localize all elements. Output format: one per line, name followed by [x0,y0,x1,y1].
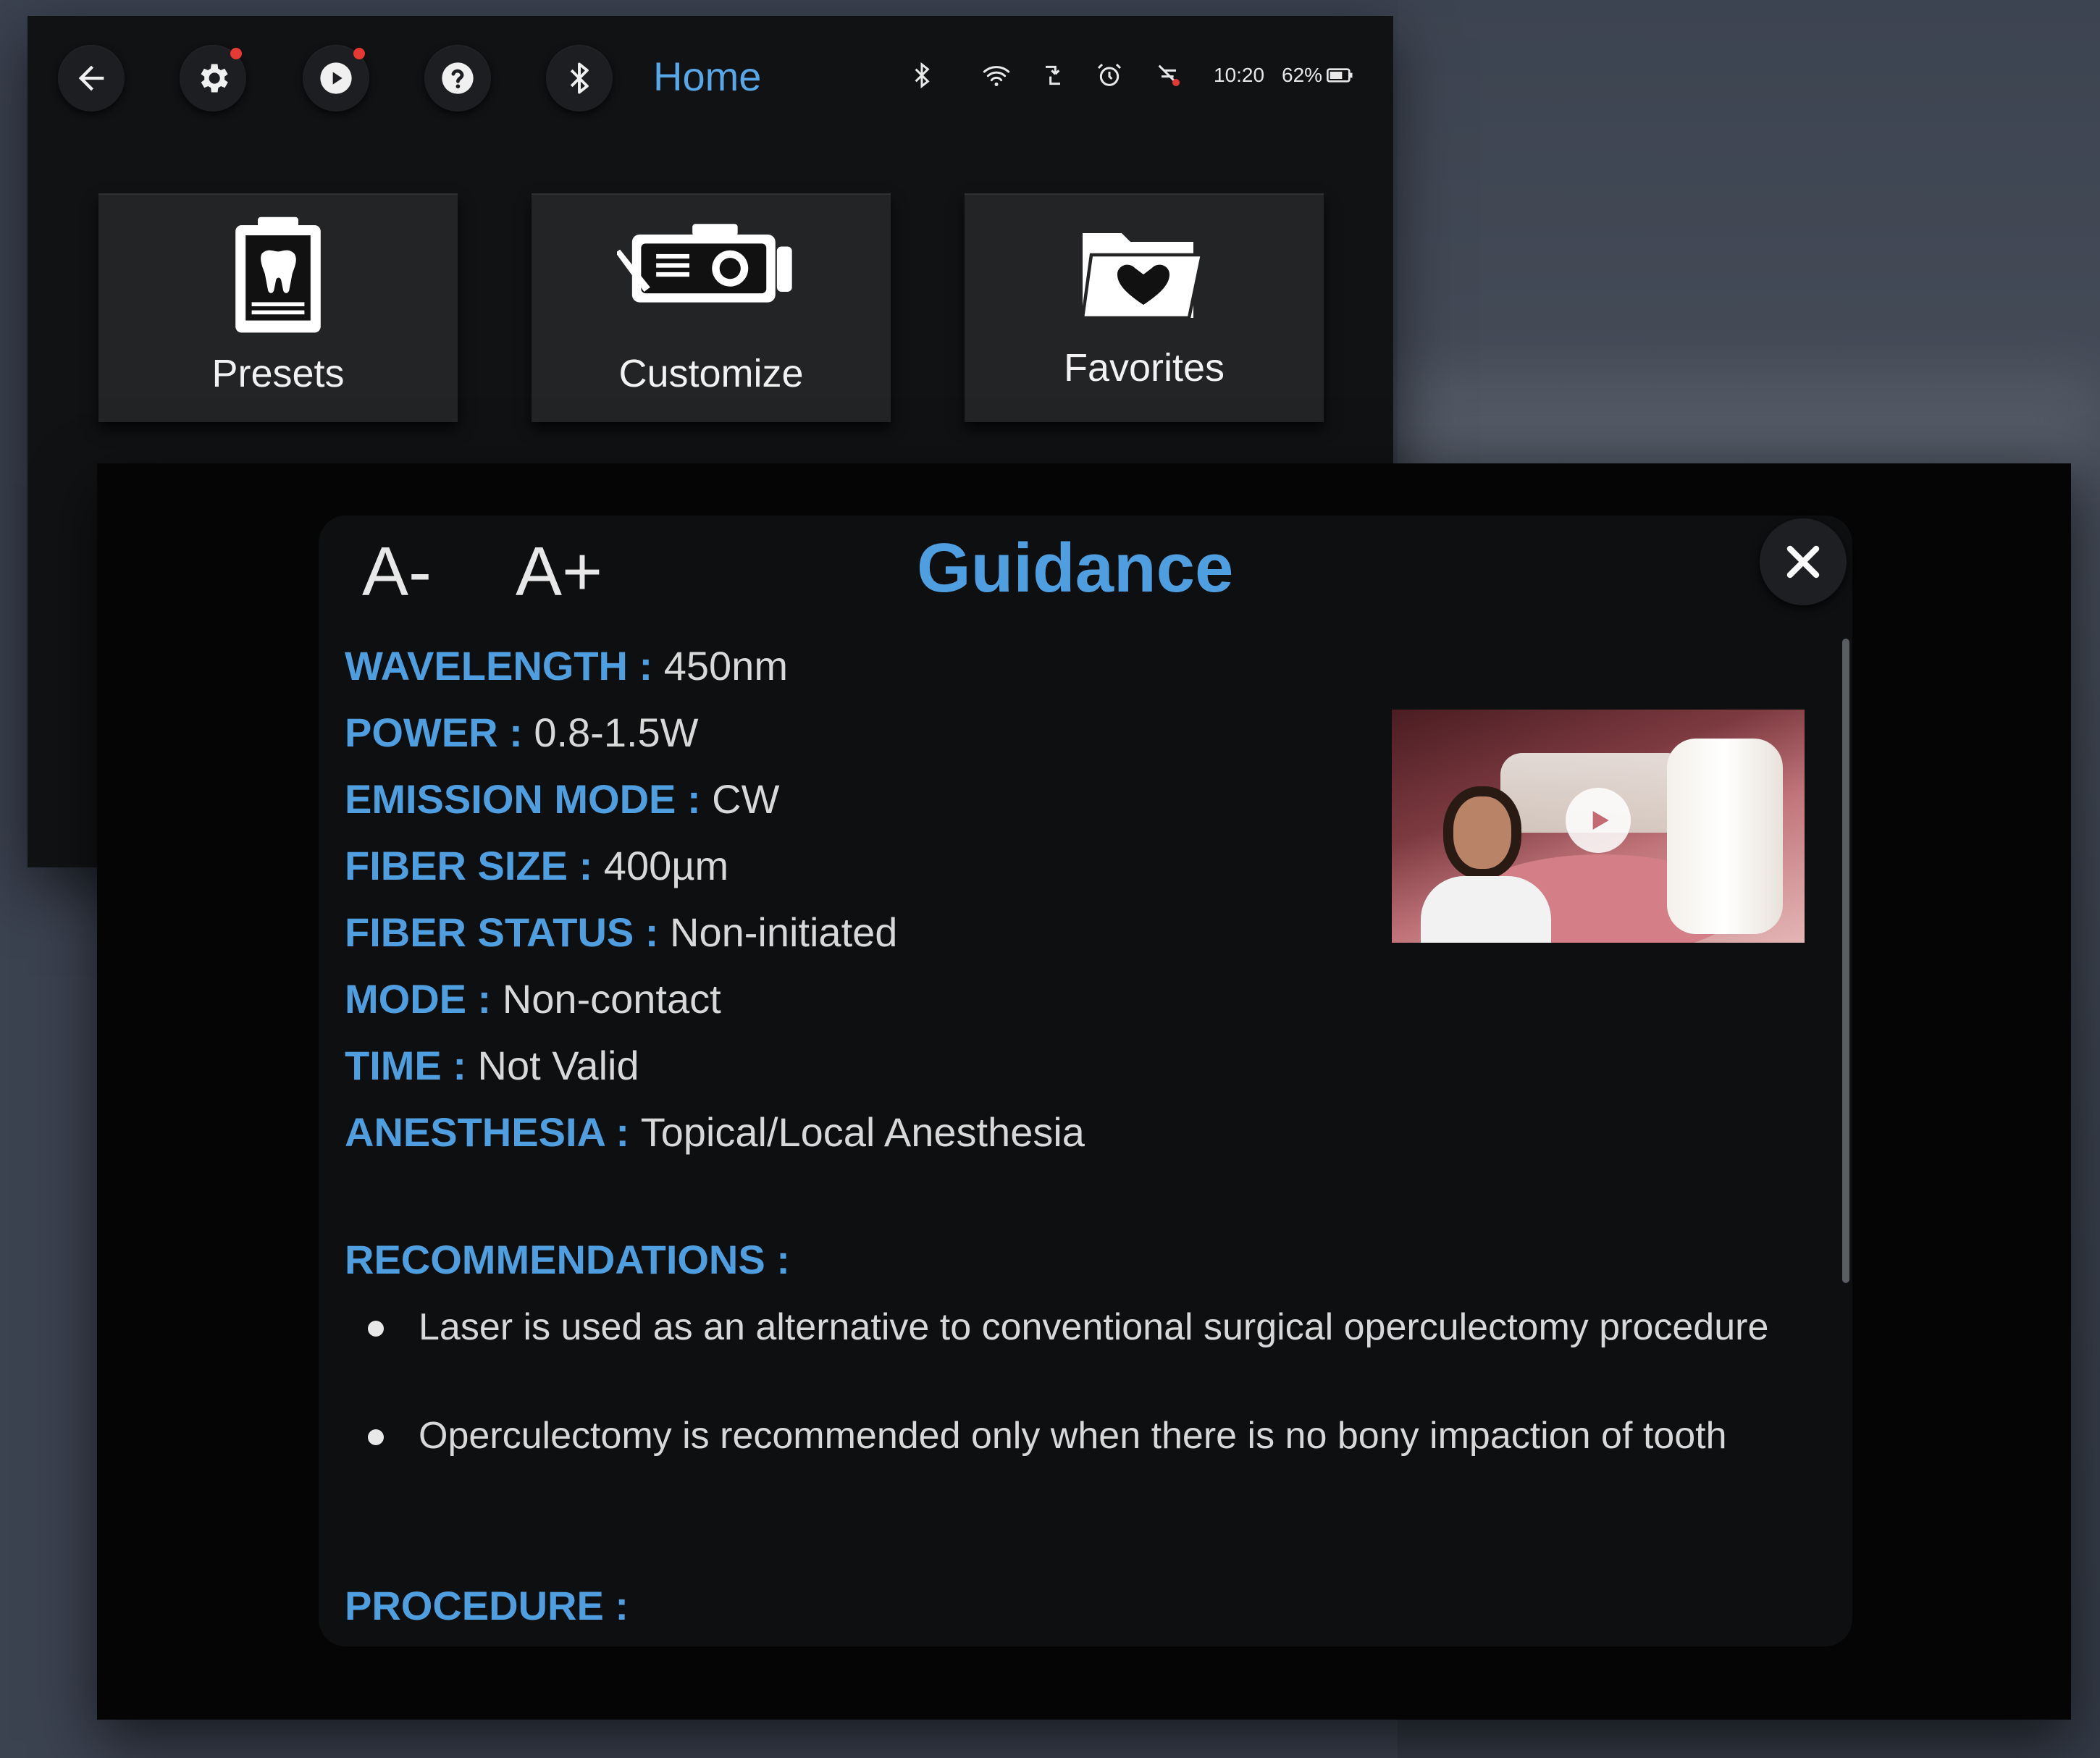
param-label: MODE : [345,976,503,1022]
device-edit-icon [617,224,792,303]
no-charge-icon [1158,64,1180,86]
clock: 10:20 [1214,64,1265,86]
param-value: Not Valid [477,1043,639,1088]
battery-percent: 62% [1282,64,1323,86]
recommendation-text: Operculectomy is recommended only when t… [419,1415,1727,1457]
tooth-clipboard-icon [235,216,321,333]
param-anesthesia: ANESTHESIA : Topical/Local Anesthesia [345,1103,1085,1161]
favorites-label: Favorites [1063,346,1225,390]
close-icon [1786,545,1820,579]
param-label: POWER : [345,710,534,755]
list-item: Laser is used as an alternative to conve… [368,1303,1780,1399]
bluetooth-icon [570,62,589,94]
param-label: ANESTHESIA : [345,1109,641,1155]
usb-icon [1046,65,1060,85]
bluetooth-button[interactable] [546,45,613,112]
param-label: TIME : [345,1043,478,1088]
status-usb [1038,54,1067,97]
status-battery: 62% [1282,54,1357,97]
play-icon [1592,811,1609,830]
notification-dot [353,48,365,59]
scrollbar[interactable] [1842,639,1849,1283]
recommendations-heading: RECOMMENDATIONS : [345,1237,790,1282]
alarm-icon [1097,63,1122,86]
param-value: 450nm [663,643,788,689]
close-button[interactable] [1760,518,1847,605]
param-wavelength: WAVELENGTH : 450nm [345,637,788,695]
param-fiber-status: FIBER STATUS : Non-initiated [345,904,897,962]
battery-icon [1327,68,1353,83]
param-label: WAVELENGTH : [345,643,664,689]
recommendation-text: Laser is used as an alternative to conve… [419,1306,1769,1348]
param-value: Non-initiated [670,909,898,955]
background-band [1398,377,2100,463]
notification-dot [230,48,242,59]
bluetooth-icon [915,62,930,89]
decrease-font-button[interactable]: A- [362,525,432,619]
video-thumbnail[interactable] [1392,710,1805,943]
bullet-dot [368,1429,384,1445]
status-wifi [982,54,1011,97]
increase-font-button[interactable]: A+ [516,525,602,619]
status-no-charge [1154,54,1183,97]
favorites-tile[interactable]: Favorites [965,193,1324,422]
back-button[interactable] [58,45,125,112]
video-frame-detail [1667,739,1783,934]
help-icon [442,62,474,94]
param-value: 0.8-1.5W [534,710,699,755]
help-button[interactable] [424,45,491,112]
param-fiber-size: FIBER SIZE : 400µm [345,837,728,895]
param-time: TIME : Not Valid [345,1037,639,1095]
heart-folder-icon [1080,233,1204,320]
bullet-dot [368,1321,384,1337]
back-icon [78,65,104,91]
settings-button[interactable] [180,45,246,112]
play-button[interactable] [303,45,369,112]
presenter-head [1453,796,1511,869]
param-value: Topical/Local Anesthesia [640,1109,1085,1155]
customize-tile[interactable]: Customize [532,193,891,422]
status-time: 10:20 [1214,54,1264,97]
param-label: FIBER STATUS : [345,909,671,955]
top-bar: Home 10:20 62% [28,16,1393,112]
param-value: 400µm [603,843,729,888]
param-mode: MODE : Non-contact [345,970,721,1028]
presenter-body [1421,876,1551,943]
param-emission-mode: EMISSION MODE : CW [345,770,779,828]
procedure-heading: PROCEDURE : [345,1583,629,1628]
status-bluetooth [907,54,936,97]
video-play-button[interactable] [1566,788,1631,853]
gear-icon [201,64,228,93]
wifi-icon [983,66,1010,86]
dialog-title: Guidance [917,529,1234,607]
status-alarm [1095,54,1124,97]
param-power: POWER : 0.8-1.5W [345,704,699,762]
param-label: EMISSION MODE : [345,776,713,822]
page-title: Home [653,54,762,99]
param-value: CW [712,776,780,822]
param-label: FIBER SIZE : [345,843,604,888]
customize-label: Customize [618,352,804,395]
presets-label: Presets [211,352,345,395]
presenter-image [1414,789,1558,943]
presets-tile[interactable]: Presets [98,193,458,422]
param-value: Non-contact [502,976,721,1022]
play-circle-icon [320,62,352,94]
list-item: Operculectomy is recommended only when t… [368,1412,1780,1507]
